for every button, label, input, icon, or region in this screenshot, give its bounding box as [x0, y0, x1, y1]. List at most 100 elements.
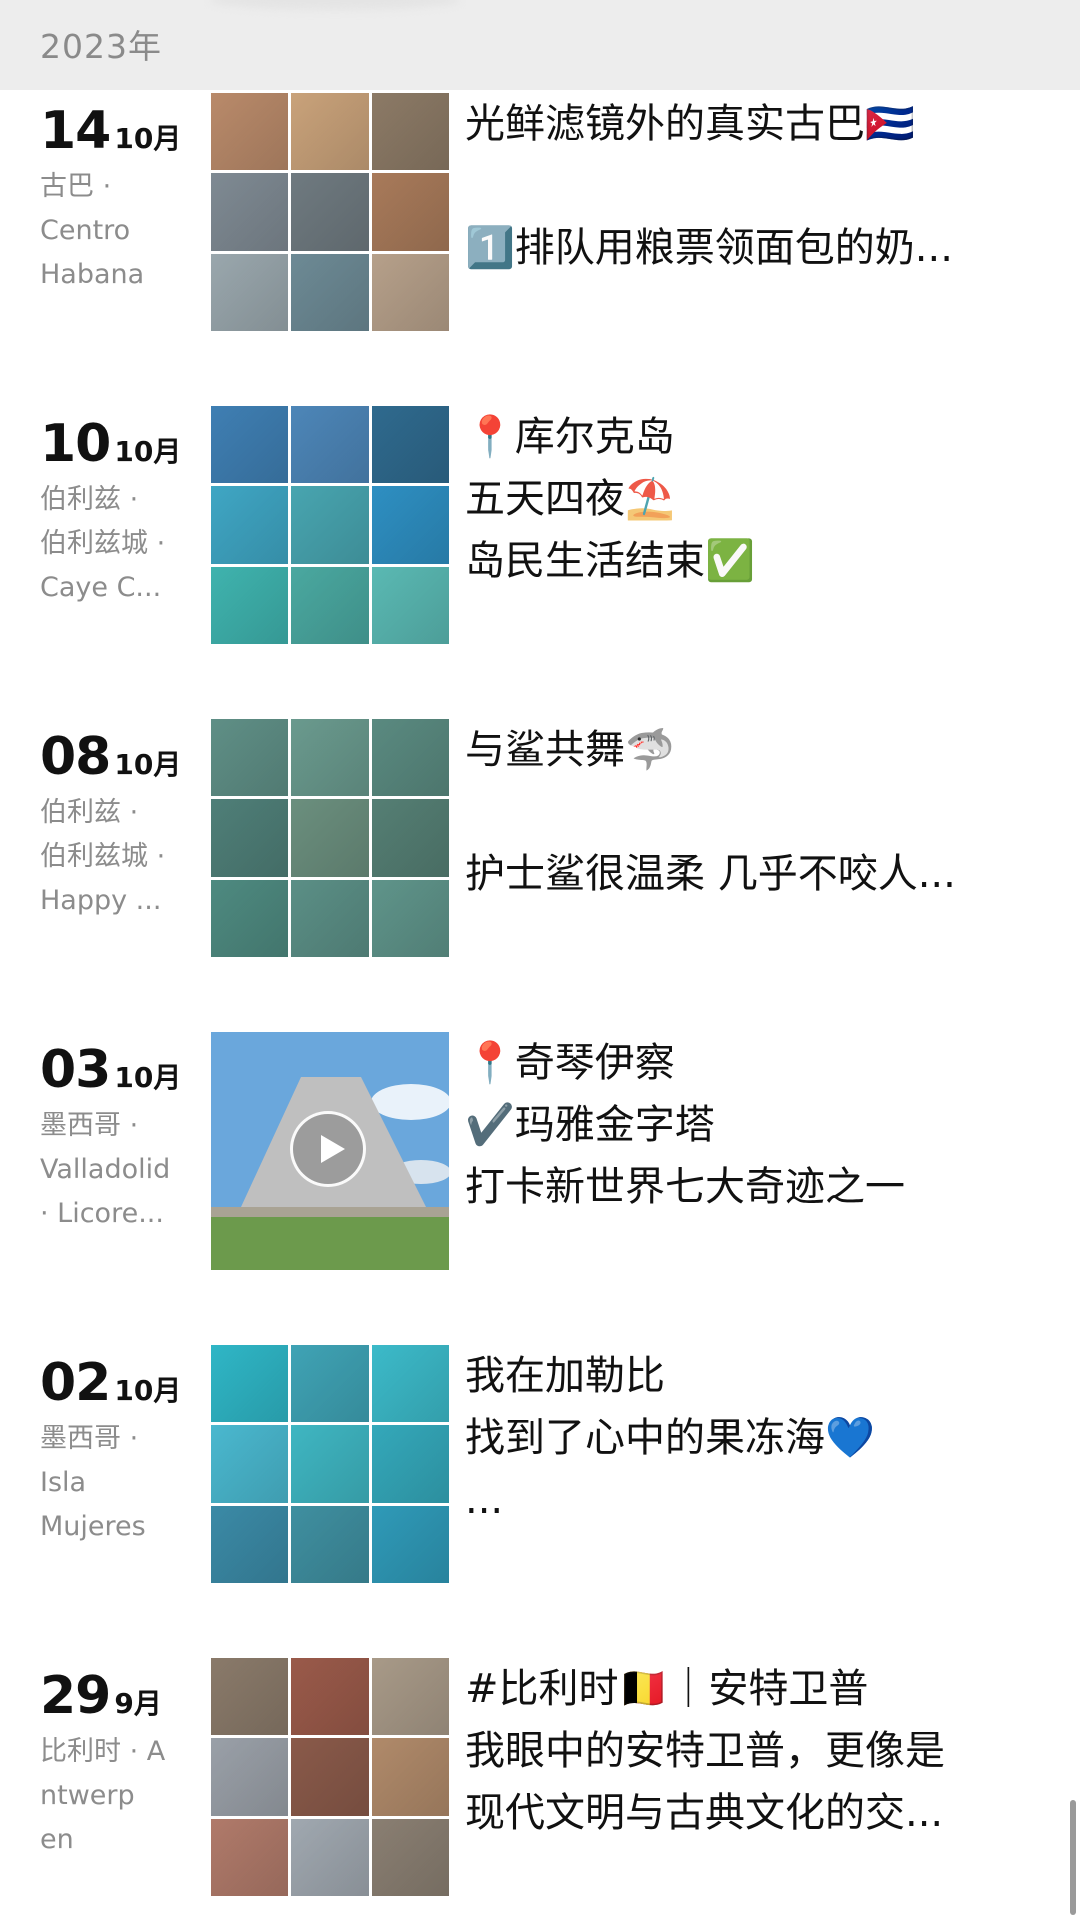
- photo-tile: [291, 1425, 369, 1503]
- caption-line: 📍奇琴伊察: [465, 1040, 675, 1086]
- post-caption[interactable]: #比利时🇧🇪｜安特卫普 我眼中的安特卫普，更像是 现代文明与古典文化的交...: [465, 1658, 1005, 1844]
- location-line: Mujeres: [40, 1511, 146, 1542]
- photo-tile: [291, 486, 369, 564]
- location-line: 墨西哥 ·: [40, 1110, 139, 1141]
- photo-tile: [211, 566, 289, 644]
- post-month: 10月: [114, 435, 182, 468]
- photo-tile: [211, 879, 289, 957]
- post-caption[interactable]: 我在加勒比 找到了心中的果冻海💙 ...: [465, 1345, 1005, 1531]
- photo-tile: [371, 799, 449, 877]
- photo-tile: [291, 406, 369, 484]
- location-line: Isla: [40, 1467, 87, 1498]
- post-day: 10: [40, 414, 111, 474]
- post-date: 08 10月: [40, 727, 181, 787]
- photo-tile: [371, 1425, 449, 1503]
- post-month: 10月: [114, 1374, 182, 1407]
- location-line: 伯利兹 ·: [40, 797, 139, 828]
- post-date: 02 10月: [40, 1353, 181, 1413]
- photo-tile: [371, 486, 449, 564]
- photo-grid-thumbnail[interactable]: [211, 1345, 449, 1583]
- caption-line: 五天四夜⛱️: [465, 476, 675, 522]
- post-day: 29: [40, 1666, 111, 1726]
- caption-line: 我眼中的安特卫普，更像是: [465, 1728, 945, 1774]
- caption-line: #比利时🇧🇪｜安特卫普: [465, 1666, 869, 1712]
- play-icon[interactable]: [290, 1111, 366, 1187]
- caption-line: 我在加勒比: [465, 1353, 665, 1399]
- post-month: 10月: [114, 1061, 182, 1094]
- post-item[interactable]: 02 10月 墨西哥 · Isla Mujeres 我在加勒比 找到了心中的果冻海…: [0, 1345, 1080, 1585]
- photo-tile: [291, 1818, 369, 1896]
- caption-line: ...: [465, 1477, 504, 1523]
- post-location: 伯利兹 · 伯利兹城 · Happy ...: [40, 791, 192, 923]
- caption-line: 岛民生活结束✅: [465, 538, 755, 584]
- post-caption[interactable]: 📍奇琴伊察 ✔️玛雅金字塔 打卡新世界七大奇迹之一: [465, 1032, 1005, 1218]
- location-line: 比利时 · A: [40, 1736, 166, 1767]
- caption-line: 打卡新世界七大奇迹之一: [465, 1164, 905, 1210]
- photo-tile: [371, 1658, 449, 1736]
- photo-grid-thumbnail[interactable]: [211, 93, 449, 331]
- post-day: 03: [40, 1040, 111, 1100]
- photo-tile: [371, 1818, 449, 1896]
- location-line: Valladolid: [40, 1154, 171, 1185]
- post-date: 03 10月: [40, 1040, 181, 1100]
- post-item[interactable]: 14 10月 古巴 · Centro Habana 光鲜滤镜外的真实古巴🇨🇺 1️…: [0, 93, 1080, 333]
- photo-grid-thumbnail[interactable]: [211, 719, 449, 957]
- post-caption[interactable]: 光鲜滤镜外的真实古巴🇨🇺 1️⃣排队用粮票领面包的奶...: [465, 93, 1005, 279]
- caption-line: 光鲜滤镜外的真实古巴🇨🇺: [465, 101, 915, 147]
- post-location: 比利时 · A ntwerp en: [40, 1730, 192, 1862]
- photo-tile: [211, 1738, 289, 1816]
- photo-tile: [371, 719, 449, 797]
- caption-line: 📍库尔克岛: [465, 414, 675, 460]
- post-month: 10月: [114, 122, 182, 155]
- photo-tile: [291, 719, 369, 797]
- photo-tile: [211, 253, 289, 331]
- photo-tile: [211, 799, 289, 877]
- post-location: 墨西哥 · Valladolid · Licore...: [40, 1104, 192, 1236]
- caption-line: 找到了心中的果冻海💙: [465, 1415, 875, 1461]
- photo-tile: [291, 1738, 369, 1816]
- post-day: 14: [40, 101, 111, 161]
- photo-tile: [371, 879, 449, 957]
- photo-tile: [291, 173, 369, 251]
- photo-tile: [291, 253, 369, 331]
- caption-line: 与鲨共舞🦈: [465, 727, 675, 773]
- post-day: 08: [40, 727, 111, 787]
- photo-tile: [371, 566, 449, 644]
- post-date: 10 10月: [40, 414, 181, 474]
- post-caption[interactable]: 与鲨共舞🦈 护士鲨很温柔 几乎不咬人...: [465, 719, 1005, 905]
- photo-tile: [291, 1658, 369, 1736]
- photo-tile: [291, 879, 369, 957]
- photo-tile: [371, 1505, 449, 1583]
- post-item[interactable]: 03 10月 墨西哥 · Valladolid · Licore... 📍奇琴伊察…: [0, 1032, 1080, 1272]
- photo-tile: [371, 253, 449, 331]
- caption-line: [465, 781, 1005, 843]
- photo-tile: [211, 1658, 289, 1736]
- photo-tile: [371, 1738, 449, 1816]
- location-line: 伯利兹城 ·: [40, 841, 166, 872]
- photo-tile: [211, 1818, 289, 1896]
- post-item[interactable]: 08 10月 伯利兹 · 伯利兹城 · Happy ... 与鲨共舞🦈 护士鲨很温…: [0, 719, 1080, 959]
- location-line: 伯利兹 ·: [40, 484, 139, 515]
- photo-tile: [291, 93, 369, 171]
- location-line: 古巴 ·: [40, 171, 112, 202]
- post-location: 古巴 · Centro Habana: [40, 165, 192, 297]
- photo-grid-thumbnail[interactable]: [211, 406, 449, 644]
- photo-tile: [211, 93, 289, 171]
- post-item[interactable]: 10 10月 伯利兹 · 伯利兹城 · Caye C... 📍库尔克岛 五天四夜⛱…: [0, 406, 1080, 646]
- post-item[interactable]: 29 9月 比利时 · A ntwerp en #比利时🇧🇪｜安特卫普 我眼中的安…: [0, 1658, 1080, 1898]
- photo-tile: [291, 1345, 369, 1423]
- scrollbar[interactable]: [1070, 1800, 1076, 1915]
- post-caption[interactable]: 📍库尔克岛 五天四夜⛱️ 岛民生活结束✅: [465, 406, 1005, 592]
- post-location: 伯利兹 · 伯利兹城 · Caye C...: [40, 478, 192, 610]
- location-line: Centro: [40, 215, 131, 246]
- photo-tile: [211, 406, 289, 484]
- location-line: ntwerp: [40, 1780, 135, 1811]
- photo-tile: [211, 1345, 289, 1423]
- video-thumbnail[interactable]: [211, 1032, 449, 1270]
- location-line: Caye C...: [40, 572, 162, 603]
- location-line: 墨西哥 ·: [40, 1423, 139, 1454]
- post-date: 29 9月: [40, 1666, 162, 1726]
- photo-grid-thumbnail[interactable]: [211, 1658, 449, 1896]
- caption-line: 护士鲨很温柔 几乎不咬人...: [465, 851, 956, 897]
- post-day: 02: [40, 1353, 111, 1413]
